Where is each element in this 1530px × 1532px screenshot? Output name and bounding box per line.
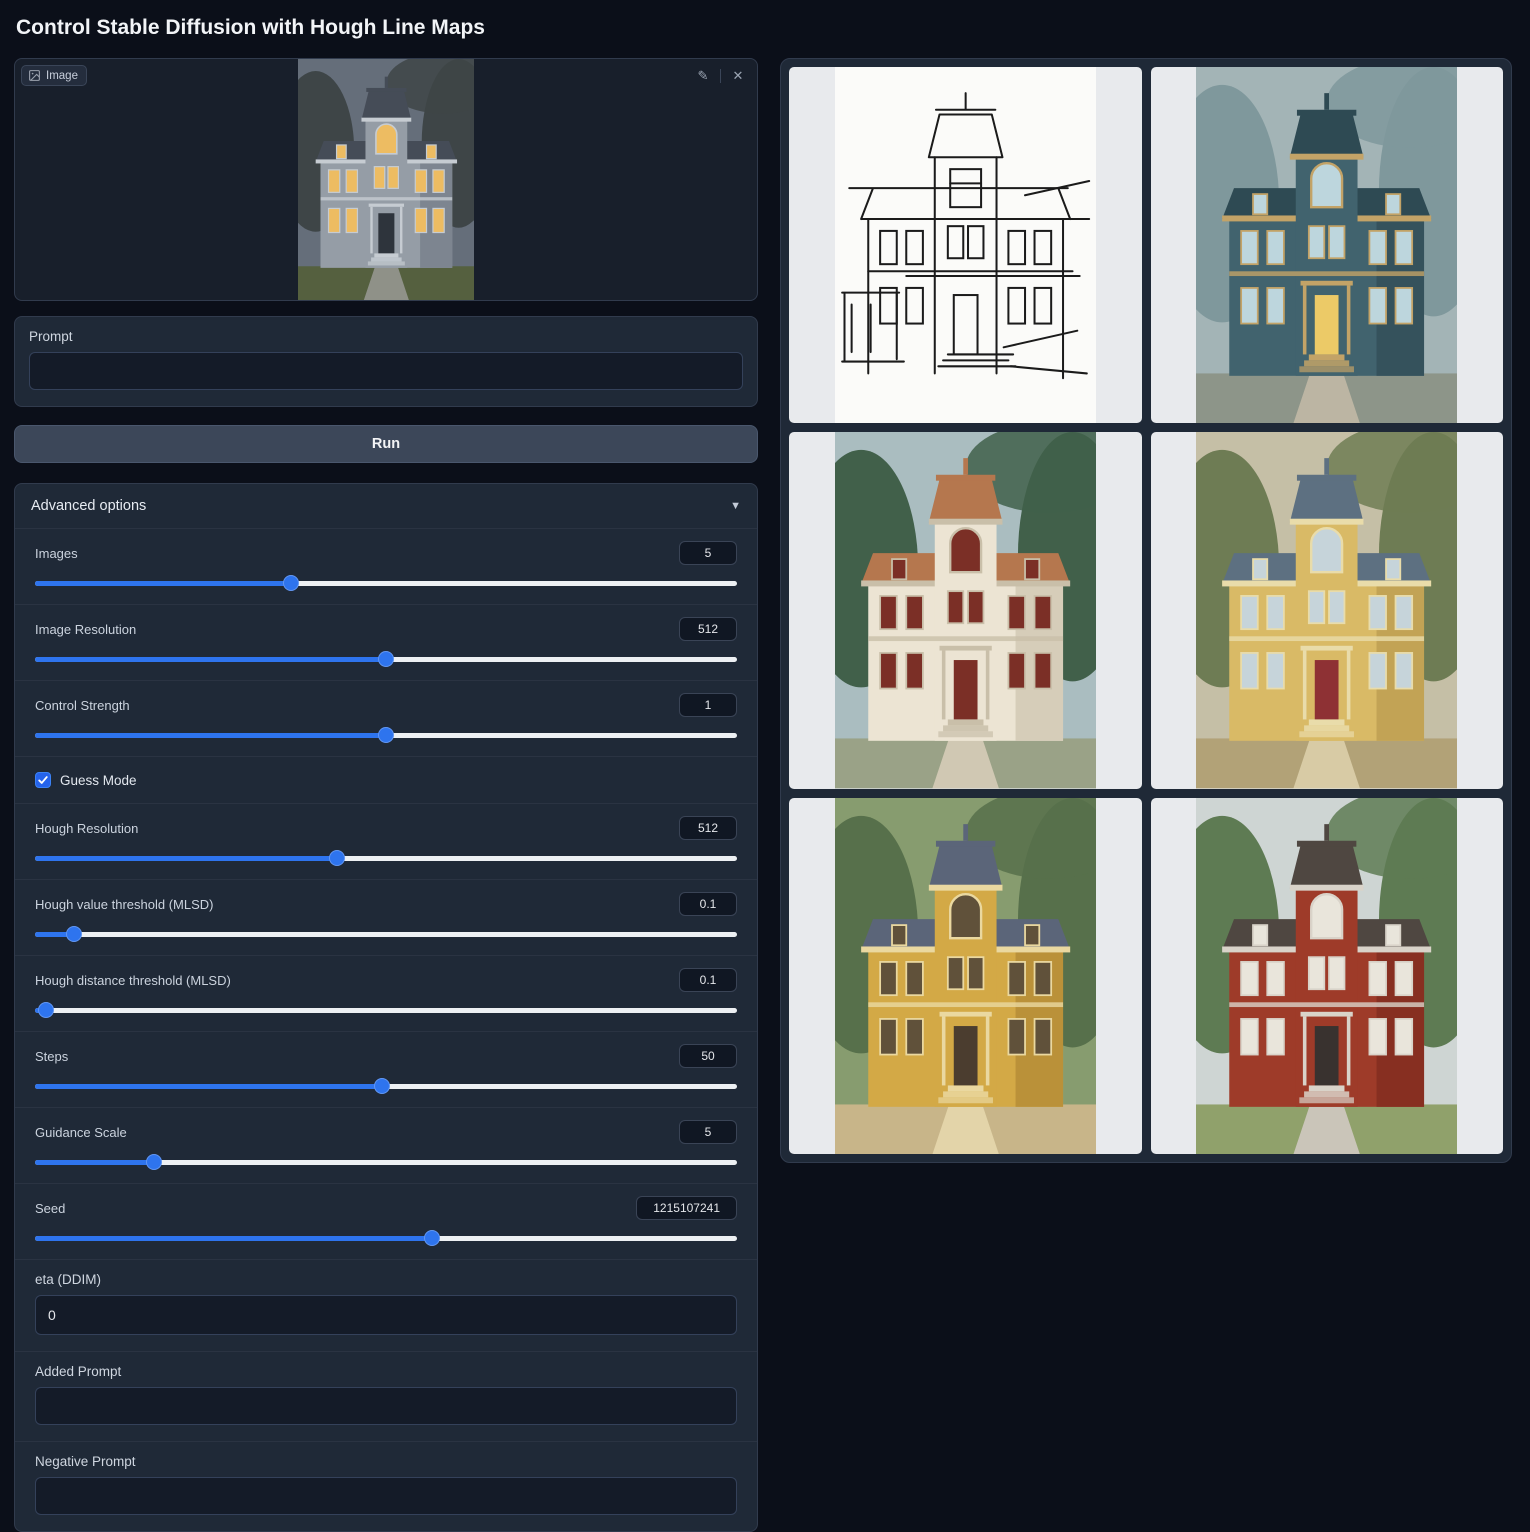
negative-prompt-label: Negative Prompt xyxy=(35,1454,737,1469)
slider-track xyxy=(35,1008,737,1013)
prompt-input[interactable] xyxy=(29,352,743,390)
hough-value-threshold-label: Hough value threshold (MLSD) xyxy=(35,897,213,912)
prompt-label: Prompt xyxy=(29,329,743,344)
seed-value[interactable]: 1215107241 xyxy=(636,1196,737,1220)
advanced-options-label: Advanced options xyxy=(31,498,146,514)
prompt-panel: Prompt xyxy=(14,316,758,407)
gallery-item-red-house[interactable] xyxy=(1151,798,1504,1154)
slider-handle[interactable] xyxy=(378,651,394,667)
slider-track xyxy=(35,932,737,937)
input-image[interactable] xyxy=(298,59,475,300)
slider-row-hough-value-threshold: Hough value threshold (MLSD) 0.1 xyxy=(15,879,757,955)
slider-handle[interactable] xyxy=(66,926,82,942)
control-strength-label: Control Strength xyxy=(35,698,130,713)
gallery-item-teal-house[interactable] xyxy=(1151,67,1504,423)
hough-distance-threshold-label: Hough distance threshold (MLSD) xyxy=(35,973,231,988)
eta-input[interactable] xyxy=(35,1295,737,1335)
gallery-item-tan-house[interactable] xyxy=(1151,432,1504,788)
page-title: Control Stable Diffusion with Hough Line… xyxy=(14,0,1516,58)
seed-label: Seed xyxy=(35,1201,65,1216)
hough-value-threshold-value[interactable]: 0.1 xyxy=(679,892,737,916)
generated-image-tan-house xyxy=(1196,432,1457,788)
slider-handle[interactable] xyxy=(283,575,299,591)
slider-row-image-resolution: Image Resolution 512 xyxy=(15,604,757,680)
advanced-options-panel: Advanced options ▼ Images 5 Image R xyxy=(14,483,758,1532)
slider-row-images: Images 5 xyxy=(15,528,757,604)
eta-row: eta (DDIM) xyxy=(15,1259,757,1351)
run-button[interactable]: Run xyxy=(14,425,758,463)
image-resolution-value[interactable]: 512 xyxy=(679,617,737,641)
hough-resolution-value[interactable]: 512 xyxy=(679,816,737,840)
generated-image-white-house xyxy=(835,432,1096,788)
guess-mode-label: Guess Mode xyxy=(60,773,137,788)
slider-handle[interactable] xyxy=(378,727,394,743)
output-column xyxy=(780,58,1512,1163)
guidance-scale-label: Guidance Scale xyxy=(35,1125,127,1140)
steps-slider[interactable] xyxy=(35,1078,737,1094)
chevron-down-icon: ▼ xyxy=(730,500,741,512)
check-icon xyxy=(38,775,48,785)
gallery-item-white-house[interactable] xyxy=(789,432,1142,788)
hough-value-threshold-slider[interactable] xyxy=(35,926,737,942)
slider-row-steps: Steps 50 xyxy=(15,1031,757,1107)
generated-image-gold-house xyxy=(835,798,1096,1154)
negative-prompt-input[interactable] xyxy=(35,1477,737,1515)
input-image-label: Image xyxy=(46,70,78,82)
slider-track xyxy=(35,581,737,586)
gallery-item-line-map[interactable] xyxy=(789,67,1142,423)
images-value[interactable]: 5 xyxy=(679,541,737,565)
slider-row-guidance-scale: Guidance Scale 5 xyxy=(15,1107,757,1183)
hough-resolution-label: Hough Resolution xyxy=(35,821,138,836)
guess-mode-row: Guess Mode xyxy=(15,756,757,803)
input-image-panel: Image ✎ ✕ xyxy=(14,58,758,301)
controls-column: Image ✎ ✕ Prompt Run xyxy=(14,58,758,1532)
hough-line-map-image xyxy=(835,67,1096,423)
control-strength-value[interactable]: 1 xyxy=(679,693,737,717)
clear-image-button[interactable]: ✕ xyxy=(727,65,749,87)
advanced-options-header[interactable]: Advanced options ▼ xyxy=(15,484,757,528)
slider-track xyxy=(35,1236,737,1241)
slider-handle[interactable] xyxy=(329,850,345,866)
slider-handle[interactable] xyxy=(146,1154,162,1170)
app-root: Control Stable Diffusion with Hough Line… xyxy=(0,0,1530,1532)
added-prompt-row: Added Prompt xyxy=(15,1351,757,1441)
output-gallery xyxy=(780,58,1512,1163)
guess-mode-checkbox[interactable] xyxy=(35,772,51,788)
edit-image-button[interactable]: ✎ xyxy=(692,65,714,87)
input-house-photo xyxy=(298,59,475,300)
generated-image-red-house xyxy=(1196,798,1457,1154)
slider-track xyxy=(35,856,737,861)
image-resolution-slider[interactable] xyxy=(35,651,737,667)
slider-row-hough-distance-threshold: Hough distance threshold (MLSD) 0.1 xyxy=(15,955,757,1031)
control-strength-slider[interactable] xyxy=(35,727,737,743)
seed-slider[interactable] xyxy=(35,1230,737,1246)
slider-row-control-strength: Control Strength 1 xyxy=(15,680,757,756)
slider-track xyxy=(35,1160,737,1165)
slider-handle[interactable] xyxy=(374,1078,390,1094)
hough-distance-threshold-value[interactable]: 0.1 xyxy=(679,968,737,992)
images-slider[interactable] xyxy=(35,575,737,591)
input-image-label-tab: Image xyxy=(21,65,87,86)
divider xyxy=(720,69,721,83)
image-icon xyxy=(28,69,41,82)
guidance-scale-slider[interactable] xyxy=(35,1154,737,1170)
gallery-item-gold-house[interactable] xyxy=(789,798,1142,1154)
eta-label: eta (DDIM) xyxy=(35,1272,737,1287)
generated-image-teal-house xyxy=(1196,67,1457,423)
slider-row-hough-resolution: Hough Resolution 512 xyxy=(15,803,757,879)
slider-handle[interactable] xyxy=(424,1230,440,1246)
slider-handle[interactable] xyxy=(38,1002,54,1018)
hough-distance-threshold-slider[interactable] xyxy=(35,1002,737,1018)
image-resolution-label: Image Resolution xyxy=(35,622,136,637)
slider-row-seed: Seed 1215107241 xyxy=(15,1183,757,1259)
added-prompt-label: Added Prompt xyxy=(35,1364,737,1379)
steps-label: Steps xyxy=(35,1049,68,1064)
added-prompt-input[interactable] xyxy=(35,1387,737,1425)
images-label: Images xyxy=(35,546,78,561)
hough-resolution-slider[interactable] xyxy=(35,850,737,866)
steps-value[interactable]: 50 xyxy=(679,1044,737,1068)
image-actions: ✎ ✕ xyxy=(692,65,749,87)
guidance-scale-value[interactable]: 5 xyxy=(679,1120,737,1144)
